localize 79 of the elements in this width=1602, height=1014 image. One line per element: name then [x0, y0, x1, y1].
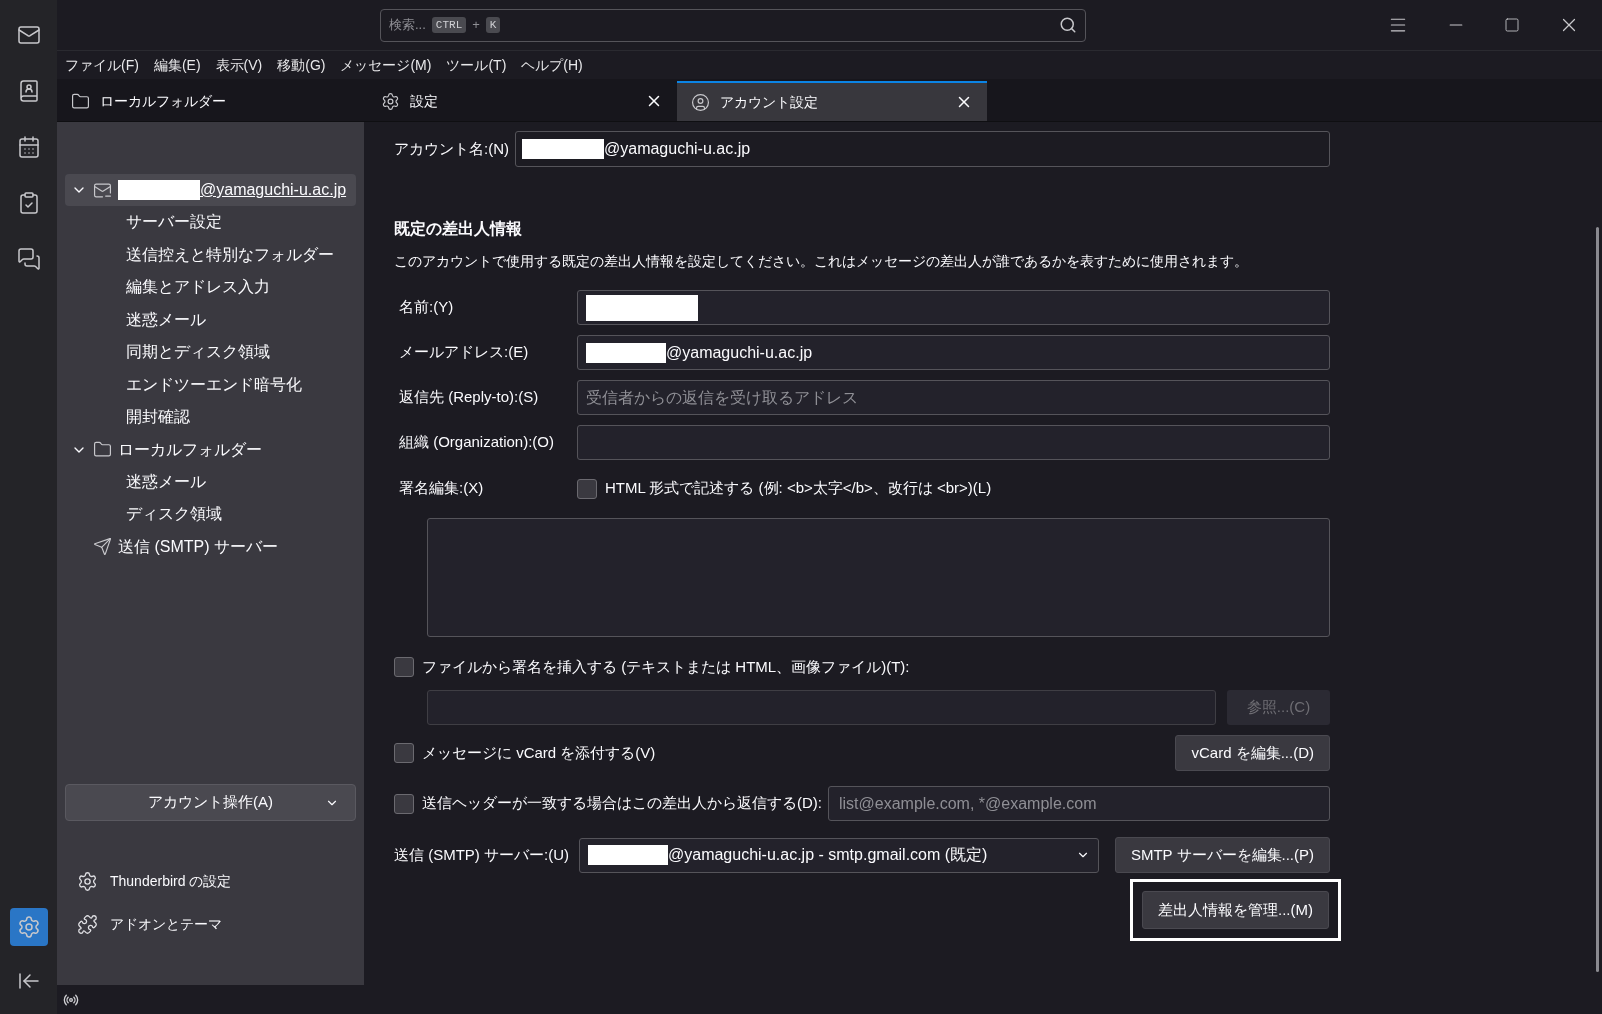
account-icon [691, 92, 710, 112]
folder-icon [93, 440, 112, 459]
tree-item[interactable]: @yamaguchi-u.ac.jp [65, 174, 356, 206]
text-field[interactable] [577, 425, 1330, 460]
scrollbar[interactable] [1596, 227, 1599, 972]
tree-item[interactable]: 同期とディスク領域 [65, 336, 356, 369]
tab-label: ローカルフォルダー [100, 91, 226, 111]
tree-item-label: 送信 (SMTP) サーバー [118, 536, 278, 557]
settings-icon [77, 871, 98, 892]
tree-item[interactable]: 迷惑メール [65, 303, 356, 336]
keyboard-key: K [485, 16, 501, 34]
field-label: アカウント名:(N) [394, 138, 509, 159]
search-placeholder: 検索... [389, 16, 426, 35]
checkbox[interactable] [577, 478, 597, 499]
settings-icon [381, 91, 400, 111]
text-field[interactable]: @yamaguchi-u.ac.jp [577, 335, 1330, 370]
spaces-button[interactable] [9, 908, 48, 946]
key-joiner: + [472, 16, 480, 35]
calendar-icon [16, 135, 41, 159]
tree-item[interactable]: サーバー設定 [65, 206, 356, 239]
keyboard-key: CTRL [431, 16, 467, 34]
edit-smtp-button[interactable]: SMTP サーバーを編集...(P) [1114, 837, 1330, 873]
section-description: このアカウントで使用する既定の差出人情報を設定してください。これはメッセージの差出人が誰であるかを表すために使用されます。 [394, 252, 1249, 271]
checkbox[interactable] [394, 743, 414, 763]
mail-icon [16, 23, 41, 47]
puzzle-icon [77, 914, 98, 935]
maximize-icon[interactable] [1504, 17, 1520, 33]
search-field[interactable]: 検索... CTRL + K [380, 8, 1086, 42]
folder-icon [71, 91, 90, 111]
manage-identities-button[interactable]: 差出人情報を管理...(M) [1142, 891, 1329, 929]
tree-item[interactable]: エンドツーエンド暗号化 [65, 368, 356, 401]
tree-item[interactable]: 迷惑メール [65, 465, 356, 498]
account-actions-button[interactable]: アカウント操作(A) [65, 784, 356, 821]
tree-item-label: ローカルフォルダー [118, 439, 262, 460]
tab[interactable]: アカウント設定 [677, 81, 987, 121]
settings-link[interactable]: Thunderbird の設定 [77, 871, 344, 892]
text-field[interactable] [577, 290, 1330, 325]
menu-item[interactable]: 編集(E) [153, 54, 201, 76]
field-label: 組織 (Organization):(O) [398, 432, 556, 453]
checkbox[interactable] [394, 657, 414, 677]
tab-label: 設定 [410, 91, 438, 111]
field-label: メールアドレス:(E) [398, 342, 530, 363]
text-field[interactable]: 受信者からの返信を受け取るアドレス [577, 380, 1330, 415]
search-icon [1059, 16, 1077, 34]
field-label: 返信先 (Reply-to):(S) [398, 387, 540, 408]
settings-link[interactable]: アドオンとテーマ [77, 914, 344, 935]
account-name-field[interactable]: @yamaguchi-u.ac.jp [515, 131, 1330, 167]
reply-address-field[interactable]: list@example.com, *@example.com [828, 786, 1330, 821]
tree-item[interactable]: 送信控えと特別なフォルダー [65, 238, 356, 271]
tree-item[interactable]: ローカルフォルダー [65, 433, 356, 466]
menu-item[interactable]: ファイル(F) [65, 54, 139, 76]
field-label: 署名編集:(X) [398, 478, 485, 499]
chat-icon [16, 247, 41, 271]
send-icon [93, 537, 112, 556]
menu-item[interactable]: ツール(T) [446, 54, 507, 76]
tree-item[interactable]: 編集とアドレス入力 [65, 271, 356, 304]
tab[interactable]: 設定 [367, 81, 677, 121]
tree-item[interactable]: 開封確認 [65, 401, 356, 434]
checkbox[interactable] [394, 793, 414, 814]
file-path-field[interactable] [427, 690, 1216, 725]
checkbox-label: 送信ヘッダーが一致する場合はこの差出人から返信する(D): [422, 793, 822, 814]
checkbox-label: メッセージに vCard を添付する(V) [422, 742, 656, 763]
smtp-server-dropdown[interactable]: @yamaguchi-u.ac.jp - smtp.gmail.com (既定) [579, 837, 1099, 873]
menu-item[interactable]: 移動(G) [277, 54, 326, 76]
checkbox-label: HTML 形式で記述する (例: <b>太字</b>、改行は <br>)(L) [605, 478, 992, 499]
section-heading: 既定の差出人情報 [394, 219, 523, 239]
tree-item[interactable]: ディスク領域 [65, 498, 356, 531]
menu-item[interactable]: メッセージ(M) [340, 54, 432, 76]
settings-icon [16, 915, 41, 939]
field-label: 送信 (SMTP) サーバー:(U) [394, 844, 569, 865]
field-label: 名前:(Y) [398, 297, 455, 318]
tab[interactable]: ローカルフォルダー [57, 81, 367, 121]
menu-item[interactable]: 表示(V) [215, 54, 263, 76]
tree-item[interactable]: 送信 (SMTP) サーバー [65, 530, 356, 563]
menu-item[interactable]: ヘルプ(H) [521, 54, 583, 76]
checkbox-label: ファイルから署名を挿入する (テキストまたは HTML、画像ファイル)(T): [422, 656, 910, 677]
tree-item-label: @yamaguchi-u.ac.jp [200, 180, 347, 200]
edit-vcard-button[interactable]: vCard を編集...(D) [1175, 735, 1330, 771]
tab-label: アカウント設定 [720, 92, 818, 112]
